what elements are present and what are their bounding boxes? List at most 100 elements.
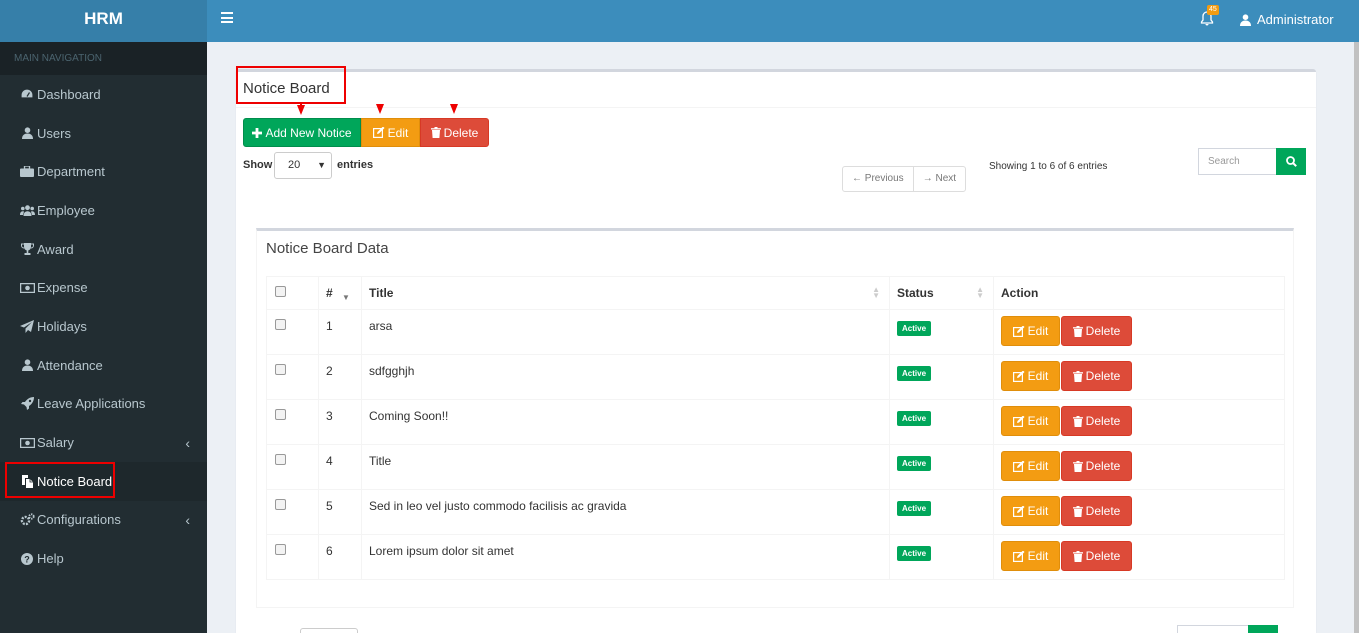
sidebar-item-help[interactable]: ? Help <box>0 539 207 578</box>
previous-button[interactable]: ← Previous <box>843 167 913 191</box>
column-header-status[interactable]: Status ▲ ▼ <box>889 276 994 310</box>
rocket-icon <box>17 397 37 411</box>
row-edit-button[interactable]: Edit <box>1001 316 1060 346</box>
trash-icon <box>430 127 441 138</box>
trash-icon <box>1072 550 1083 562</box>
row-checkbox[interactable] <box>275 499 286 510</box>
row-title: arsa <box>361 309 890 355</box>
status-badge: Active <box>897 456 932 471</box>
table-row: 4 Title Active Edit Delete <box>266 444 1285 490</box>
svg-text:?: ? <box>24 554 30 564</box>
search-button[interactable] <box>1276 148 1306 175</box>
top-navbar: 45 Administrator <box>207 0 1359 42</box>
sidebar-item-label: Expense <box>37 280 88 296</box>
add-new-notice-button[interactable]: Add New Notice <box>243 118 361 147</box>
edit-icon <box>1012 325 1025 337</box>
sidebar: HRM MAIN NAVIGATION Dashboard Users Depa… <box>0 0 207 633</box>
caret-down-icon: ▼ <box>317 160 326 170</box>
delete-button[interactable]: Delete <box>420 118 489 147</box>
column-header-action: Action <box>993 276 1285 310</box>
notice-table: # ▼ Title ▲ ▼ Status ▲ ▼ Action 1 arsa Active… <box>266 276 1285 580</box>
button-label: Delete <box>443 125 479 140</box>
chevron-left-icon: ‹ <box>185 434 190 451</box>
button-label: Edit <box>387 125 409 140</box>
row-delete-button[interactable]: Delete <box>1061 316 1132 346</box>
sidebar-item-leave-applications[interactable]: Leave Applications <box>0 385 207 424</box>
sidebar-item-notice-board[interactable]: Notice Board <box>0 461 207 501</box>
page-size-select[interactable]: 20 ▼ <box>274 152 332 179</box>
sidebar-item-users[interactable]: Users <box>0 114 207 153</box>
edit-icon <box>1012 550 1025 562</box>
row-delete-button[interactable]: Delete <box>1061 451 1132 481</box>
sort-desc-icon: ▼ <box>342 293 350 302</box>
row-edit-button[interactable]: Edit <box>1001 496 1060 526</box>
sidebar-item-label: Configurations <box>37 512 121 528</box>
paper-plane-icon <box>17 319 37 333</box>
edit-icon <box>1012 370 1025 382</box>
sidebar-item-label: Salary <box>37 435 74 451</box>
sidebar-item-holidays[interactable]: Holidays <box>0 307 207 346</box>
next-button[interactable]: → Next <box>912 167 965 191</box>
row-edit-button[interactable]: Edit <box>1001 406 1060 436</box>
search-input[interactable]: Search <box>1198 148 1278 175</box>
dashboard-icon <box>17 88 37 100</box>
edit-icon <box>1012 460 1025 472</box>
user-menu[interactable]: Administrator <box>1240 12 1334 27</box>
sidebar-item-dashboard[interactable]: Dashboard <box>0 75 207 114</box>
row-edit-button[interactable]: Edit <box>1001 541 1060 571</box>
row-delete-button[interactable]: Delete <box>1061 541 1132 571</box>
row-checkbox[interactable] <box>275 409 286 420</box>
pagination: ← Previous → Next <box>842 166 967 192</box>
sidebar-item-salary[interactable]: Salary ‹ <box>0 423 207 462</box>
sidebar-item-employee[interactable]: Employee <box>0 191 207 230</box>
row-title: sdfgghjh <box>361 354 890 400</box>
bottom-search-button[interactable] <box>1248 625 1278 633</box>
bottom-search-input[interactable] <box>1177 625 1249 633</box>
edit-button[interactable]: Edit <box>361 118 420 147</box>
row-delete-button[interactable]: Delete <box>1061 406 1132 436</box>
show-label: Show <box>243 159 273 171</box>
user-icon <box>1240 13 1251 26</box>
sidebar-item-department[interactable]: Department <box>0 152 207 191</box>
row-checkbox[interactable] <box>275 319 286 330</box>
user-name: Administrator <box>1257 12 1334 27</box>
column-header-num[interactable]: # ▼ <box>318 276 362 310</box>
menu-toggle-icon[interactable] <box>221 12 233 23</box>
row-checkbox[interactable] <box>275 544 286 555</box>
bottom-page-size-select[interactable] <box>300 628 358 633</box>
sidebar-item-label: Users <box>37 125 71 141</box>
annotation-arrow <box>376 104 384 114</box>
trash-icon <box>1072 325 1083 337</box>
row-checkbox[interactable] <box>275 454 286 465</box>
user-icon <box>17 359 37 372</box>
select-all-checkbox[interactable] <box>275 286 286 297</box>
sidebar-item-expense[interactable]: Expense <box>0 268 207 307</box>
table-row: 3 Coming Soon!! Active Edit Delete <box>266 399 1285 445</box>
row-delete-button[interactable]: Delete <box>1061 496 1132 526</box>
row-edit-button[interactable]: Edit <box>1001 451 1060 481</box>
status-badge: Active <box>897 411 932 426</box>
scrollbar[interactable] <box>1354 42 1359 633</box>
row-checkbox[interactable] <box>275 364 286 375</box>
money-icon <box>17 282 37 293</box>
sidebar-item-label: Dashboard <box>37 86 101 102</box>
row-title: Coming Soon!! <box>361 399 890 445</box>
sidebar-item-award[interactable]: Award <box>0 230 207 269</box>
status-badge: Active <box>897 321 932 336</box>
app-logo[interactable]: HRM <box>0 0 207 42</box>
column-header-title[interactable]: Title ▲ ▼ <box>361 276 890 310</box>
sidebar-item-configurations[interactable]: Configurations ‹ <box>0 501 207 540</box>
user-icon <box>17 127 37 140</box>
trash-icon <box>1072 460 1083 472</box>
row-delete-button[interactable]: Delete <box>1061 361 1132 391</box>
sidebar-item-attendance[interactable]: Attendance <box>0 346 207 385</box>
edit-icon <box>372 127 385 138</box>
table-row: 2 sdfgghjh Active Edit Delete <box>266 354 1285 400</box>
scrollbar-thumb[interactable] <box>1354 42 1359 633</box>
select-all-cell <box>266 276 319 310</box>
showing-info: Showing 1 to 6 of 6 entries <box>989 161 1108 172</box>
row-edit-button[interactable]: Edit <box>1001 361 1060 391</box>
chevron-left-icon: ‹ <box>185 511 190 528</box>
table-row: 5 Sed in leo vel justo commodo facilisis… <box>266 489 1285 535</box>
users-icon <box>17 205 37 216</box>
